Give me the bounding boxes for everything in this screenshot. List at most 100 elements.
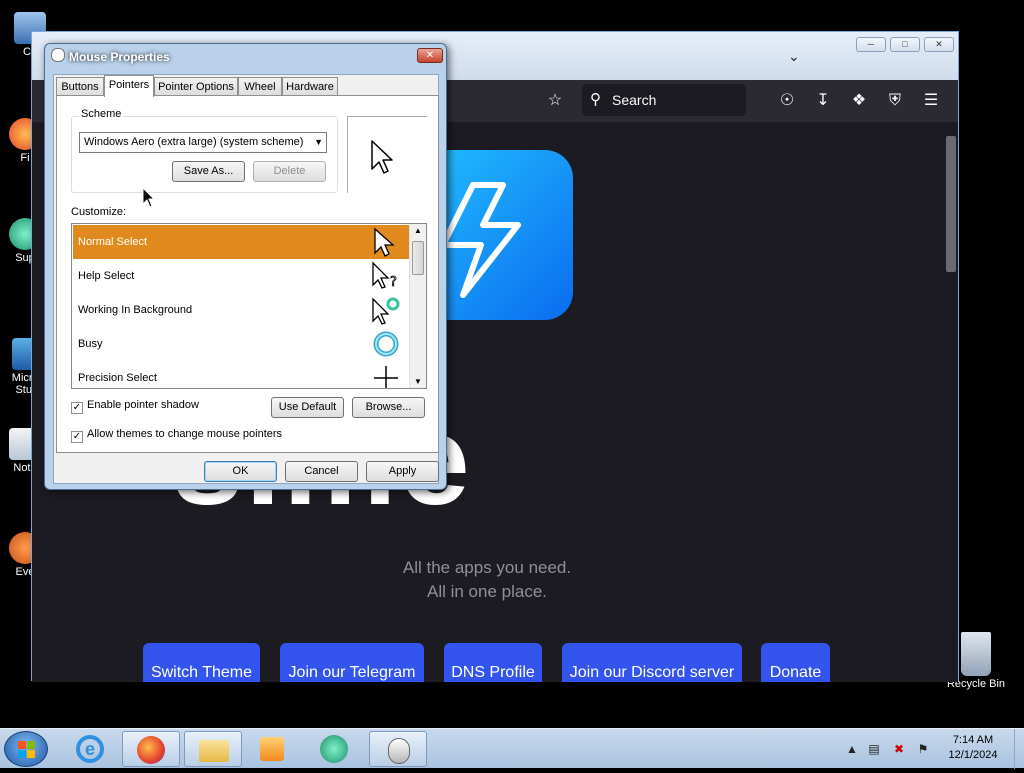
media-player-icon bbox=[260, 737, 284, 761]
scheme-label: Scheme bbox=[79, 108, 124, 120]
minimize-button[interactable]: ─ bbox=[856, 37, 886, 52]
cursor-name: Busy bbox=[78, 338, 103, 350]
dialog-title: Mouse Properties bbox=[69, 50, 170, 64]
search-placeholder: Search bbox=[612, 92, 657, 108]
donate-button[interactable]: Donate bbox=[761, 643, 830, 682]
clock[interactable]: 7:14 AM 12/1/2024 bbox=[940, 733, 1006, 763]
browse-button[interactable]: Browse... bbox=[352, 397, 425, 418]
crosshair-icon bbox=[374, 366, 398, 388]
taskbar-firefox[interactable] bbox=[122, 731, 180, 767]
internet-explorer-icon: e bbox=[76, 735, 104, 763]
tagline-line-1: All the apps you need. bbox=[402, 558, 572, 577]
list-item[interactable]: Busy bbox=[73, 327, 409, 361]
clock-date: 12/1/2024 bbox=[948, 749, 998, 761]
pointers-tab-page: Scheme Windows Aero (extra large) (syste… bbox=[56, 95, 439, 453]
busy-ring-icon bbox=[373, 331, 399, 357]
menu-icon[interactable]: ☰ bbox=[921, 91, 941, 111]
list-scrollbar[interactable]: ▲ ▼ bbox=[409, 224, 426, 388]
scroll-down-icon[interactable]: ▼ bbox=[414, 377, 422, 386]
ublock-icon[interactable]: ⛨ bbox=[885, 91, 905, 111]
customize-label: Customize: bbox=[71, 206, 127, 218]
volume-muted-icon[interactable]: ✖ bbox=[891, 741, 907, 757]
cancel-button[interactable]: Cancel bbox=[285, 461, 358, 482]
ok-button[interactable]: OK bbox=[204, 461, 277, 482]
clock-time: 7:14 AM bbox=[952, 734, 994, 746]
network-icon[interactable]: ▤ bbox=[866, 741, 882, 757]
windows-logo-icon bbox=[18, 741, 35, 758]
dialog-body: Buttons Pointers Pointer Options Wheel H… bbox=[53, 74, 439, 484]
cursor-list[interactable]: Normal Select Help Select ? Working In B… bbox=[71, 223, 427, 389]
use-default-button[interactable]: Use Default bbox=[271, 397, 344, 418]
tab-wheel[interactable]: Wheel bbox=[238, 77, 282, 96]
mouse-properties-dialog: Mouse Properties ✕ Buttons Pointers Poin… bbox=[44, 43, 447, 490]
tab-buttons[interactable]: Buttons bbox=[56, 77, 104, 96]
close-button[interactable]: ✕ bbox=[924, 37, 954, 52]
taskbar-app[interactable] bbox=[306, 731, 364, 767]
mouse-icon bbox=[388, 738, 410, 764]
bookmark-star-icon[interactable]: ☆ bbox=[545, 91, 565, 111]
join-discord-button[interactable]: Join our Discord server bbox=[562, 643, 742, 682]
page-scrollbar[interactable] bbox=[946, 136, 956, 672]
help-arrow-icon: ? bbox=[372, 261, 397, 290]
mouse-cursor-icon bbox=[142, 187, 156, 208]
cursor-name: Normal Select bbox=[78, 236, 148, 248]
search-input[interactable]: ⚲ Search bbox=[582, 84, 746, 116]
start-button[interactable] bbox=[4, 731, 48, 767]
delete-button[interactable]: Delete bbox=[253, 161, 326, 182]
dialog-close-button[interactable]: ✕ bbox=[417, 48, 443, 63]
list-item[interactable]: Help Select ? bbox=[73, 259, 409, 293]
folder-icon bbox=[199, 740, 229, 762]
checkbox-checked-icon[interactable]: ✓ bbox=[71, 402, 83, 414]
action-center-flag-icon[interactable]: ⚑ bbox=[915, 741, 931, 757]
dropdown-arrow-icon: ▼ bbox=[314, 137, 323, 147]
join-telegram-button[interactable]: Join our Telegram bbox=[280, 643, 424, 682]
enable-shadow-checkbox[interactable]: ✓ Enable pointer shadow bbox=[71, 399, 199, 414]
pointer-preview bbox=[347, 116, 427, 193]
allow-themes-label: Allow themes to change mouse pointers bbox=[87, 428, 283, 440]
svg-text:?: ? bbox=[390, 275, 397, 290]
scrollbar-thumb[interactable] bbox=[946, 136, 956, 272]
scroll-up-icon[interactable]: ▲ bbox=[414, 226, 422, 235]
taskbar-explorer[interactable] bbox=[184, 731, 242, 767]
working-arrow-icon bbox=[372, 297, 400, 325]
pocket-icon[interactable]: ☉ bbox=[777, 91, 797, 111]
tab-hardware[interactable]: Hardware bbox=[282, 77, 338, 96]
scheme-dropdown[interactable]: Windows Aero (extra large) (system schem… bbox=[79, 132, 327, 153]
list-item[interactable]: Normal Select bbox=[73, 225, 409, 259]
tab-pointers[interactable]: Pointers bbox=[104, 75, 154, 97]
tab-pointer-options[interactable]: Pointer Options bbox=[154, 77, 238, 96]
dns-profile-button[interactable]: DNS Profile bbox=[444, 643, 542, 682]
arrow-preview-icon bbox=[371, 140, 393, 174]
taskbar-mouse-properties[interactable] bbox=[369, 731, 427, 767]
arrow-icon bbox=[374, 227, 395, 257]
scrollbar-thumb[interactable] bbox=[412, 241, 424, 275]
list-item[interactable]: Working In Background bbox=[73, 293, 409, 327]
search-icon: ⚲ bbox=[590, 91, 601, 108]
list-item[interactable]: Precision Select bbox=[73, 361, 409, 388]
app-icon bbox=[320, 735, 348, 763]
taskbar: e ▲ ▤ ✖ ⚑ 7:14 AM 12/1/2024 bbox=[0, 728, 1024, 769]
enable-shadow-label: Enable pointer shadow bbox=[87, 399, 199, 411]
save-as-button[interactable]: Save As... bbox=[172, 161, 245, 182]
firefox-icon bbox=[137, 736, 165, 764]
cursor-name: Working In Background bbox=[78, 304, 193, 316]
allow-themes-checkbox[interactable]: ✓ Allow themes to change mouse pointers bbox=[71, 428, 282, 443]
download-icon[interactable]: ↧ bbox=[813, 91, 833, 111]
tagline-line-2: All in one place. bbox=[426, 582, 548, 601]
checkbox-checked-icon[interactable]: ✓ bbox=[71, 431, 83, 443]
cursor-name: Help Select bbox=[78, 270, 135, 282]
cursor-name: Precision Select bbox=[78, 372, 157, 384]
chevron-down-icon[interactable]: ⌄ bbox=[788, 48, 800, 65]
switch-theme-button[interactable]: Switch Theme bbox=[143, 643, 260, 682]
taskbar-ie[interactable]: e bbox=[62, 731, 120, 767]
scheme-value: Windows Aero (extra large) (system schem… bbox=[84, 136, 304, 148]
taskbar-media-player[interactable] bbox=[244, 731, 302, 767]
mouse-icon bbox=[51, 48, 65, 62]
show-desktop-button[interactable] bbox=[1014, 729, 1024, 769]
desktop-icon-label: Fi bbox=[20, 152, 30, 164]
apply-button[interactable]: Apply bbox=[366, 461, 439, 482]
extensions-icon[interactable]: ❖ bbox=[849, 91, 869, 111]
recycle-bin-icon bbox=[961, 632, 991, 676]
show-hidden-icons-icon[interactable]: ▲ bbox=[844, 741, 860, 757]
maximize-button[interactable]: □ bbox=[890, 37, 920, 52]
